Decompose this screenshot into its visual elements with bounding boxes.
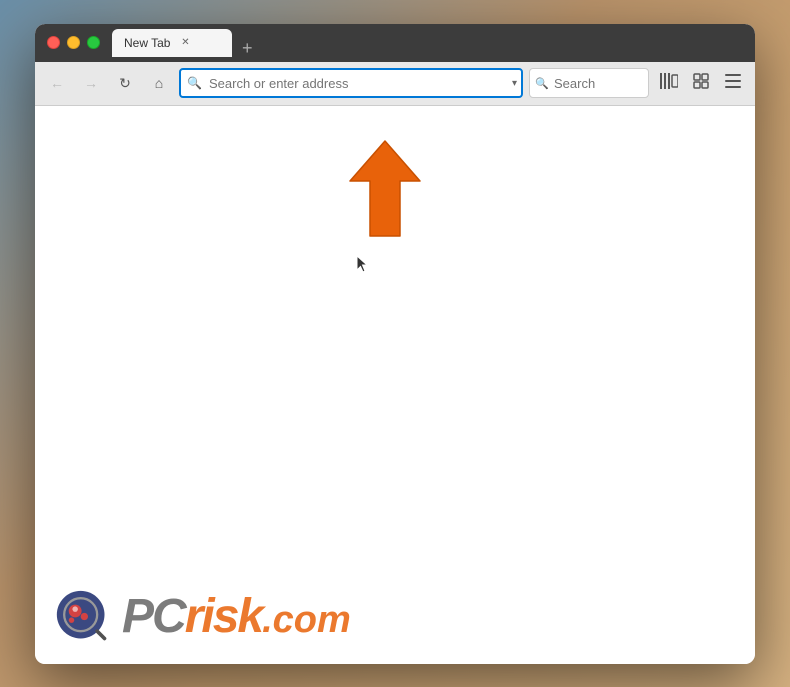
address-bar-container: 🔍 ▾ — [179, 68, 523, 98]
tabs-icon — [693, 73, 709, 93]
pcrisk-logo-icon — [55, 589, 110, 644]
search-input[interactable] — [529, 68, 649, 98]
pc-text: PC — [122, 589, 185, 644]
library-icon — [660, 73, 678, 93]
tab-label: New Tab — [124, 36, 170, 50]
title-bar: New Tab ✕ + — [35, 24, 755, 62]
dropdown-icon[interactable]: ▾ — [512, 78, 517, 89]
refresh-button[interactable]: ↻ — [111, 69, 139, 97]
browser-window: New Tab ✕ + ← → ↻ ⌂ 🔍 ▾ 🔍 — [35, 24, 755, 664]
traffic-lights — [47, 36, 100, 49]
maximize-button[interactable] — [87, 36, 100, 49]
arrow-indicator — [335, 126, 455, 251]
address-input[interactable] — [179, 68, 523, 98]
risk-text: risk — [185, 589, 262, 644]
active-tab[interactable]: New Tab ✕ — [112, 29, 232, 57]
search-bar-container: 🔍 — [529, 68, 649, 98]
tab-close-button[interactable]: ✕ — [178, 36, 192, 50]
new-tab-button[interactable]: + — [238, 39, 257, 57]
watermark: PC risk .com — [55, 589, 351, 644]
close-button[interactable] — [47, 36, 60, 49]
tab-area: New Tab ✕ + — [112, 29, 743, 57]
toolbar-right — [655, 69, 747, 97]
dotcom-text: .com — [262, 599, 351, 642]
forward-icon: → — [84, 75, 98, 91]
home-icon: ⌂ — [155, 75, 163, 91]
home-button[interactable]: ⌂ — [145, 69, 173, 97]
menu-button[interactable] — [719, 69, 747, 97]
toolbar: ← → ↻ ⌂ 🔍 ▾ 🔍 — [35, 62, 755, 106]
menu-icon — [725, 74, 741, 92]
refresh-icon: ↻ — [119, 75, 131, 92]
minimize-button[interactable] — [67, 36, 80, 49]
back-icon: ← — [50, 75, 64, 91]
back-button[interactable]: ← — [43, 69, 71, 97]
pcrisk-text: PC risk .com — [122, 589, 351, 644]
forward-button[interactable]: → — [77, 69, 105, 97]
tabs-button[interactable] — [687, 69, 715, 97]
mouse-cursor — [355, 254, 367, 272]
library-button[interactable] — [655, 69, 683, 97]
page-content: PC risk .com — [35, 106, 755, 664]
